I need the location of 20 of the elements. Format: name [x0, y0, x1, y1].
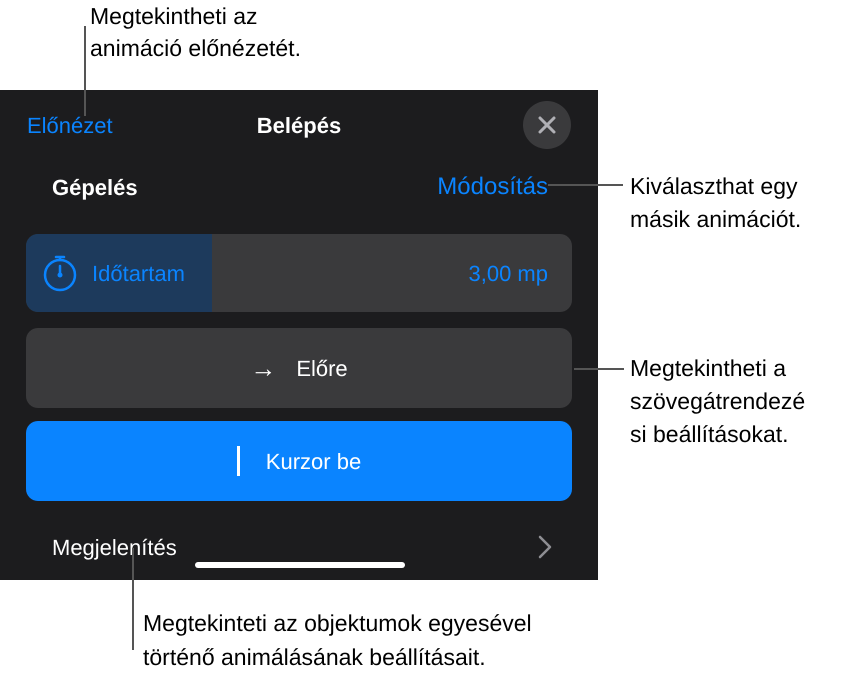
- duration-label: Időtartam: [92, 260, 185, 288]
- panel-title: Belépés: [256, 112, 342, 138]
- duration-slider[interactable]: Időtartam 3,00 mp: [26, 234, 572, 312]
- callout-text: Kiválaszthat egy másik animációt.: [630, 172, 802, 234]
- animation-name: Gépelés: [52, 174, 138, 202]
- preview-link[interactable]: Előnézet: [27, 108, 113, 142]
- arrow-icon: →: [250, 348, 276, 388]
- cursor-icon: [236, 446, 240, 476]
- cursor-button[interactable]: Kurzor be: [26, 421, 572, 501]
- close-button[interactable]: [523, 101, 571, 149]
- chevron-icon: [538, 535, 552, 559]
- callout-text: Megtekintheti a szövegátrendezé si beállításokat.: [630, 354, 806, 449]
- close-icon: [537, 115, 557, 135]
- change-link[interactable]: Módosítás: [437, 169, 548, 205]
- duration-value: 3,00 mp: [468, 260, 548, 288]
- direction-button[interactable]: → Előre: [26, 328, 572, 408]
- stopwatch-icon: [42, 254, 78, 292]
- callout-text: Megtekintheti az animáció előnézetét.: [90, 2, 301, 63]
- callout-text: Megtekinteti az objektumok egyesével történő animálásának beállításait.: [143, 609, 532, 672]
- delivery-label: Megjelenítés: [52, 534, 177, 562]
